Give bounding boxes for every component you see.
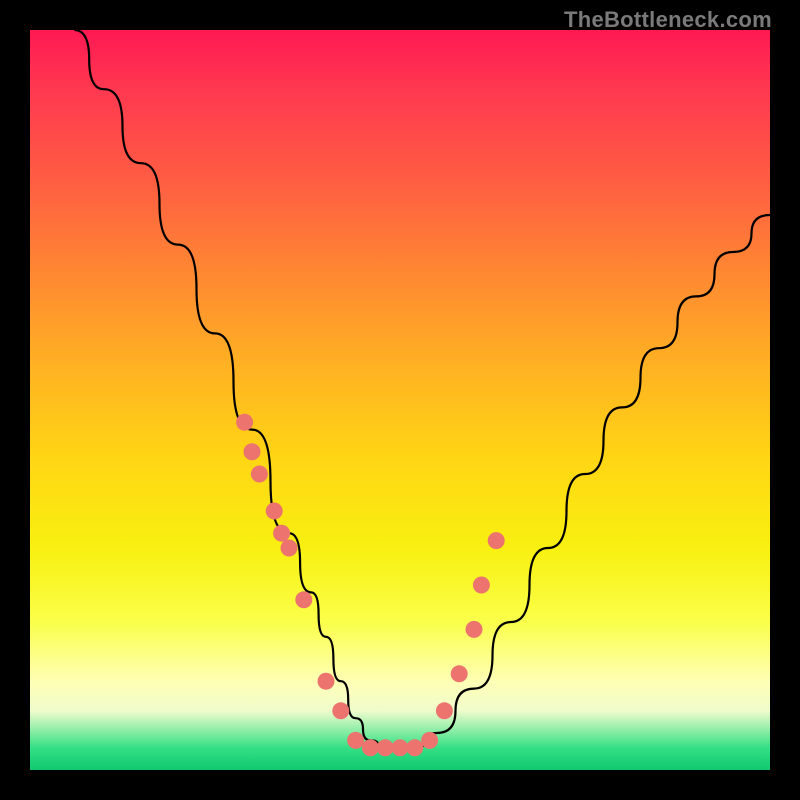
bottleneck-curve-line	[74, 30, 770, 748]
data-point	[451, 665, 468, 682]
data-point	[273, 525, 290, 542]
data-point	[466, 621, 483, 638]
data-point	[362, 739, 379, 756]
data-point	[488, 532, 505, 549]
data-point	[295, 591, 312, 608]
data-point	[473, 577, 490, 594]
scatter-points	[236, 414, 505, 757]
data-point	[332, 702, 349, 719]
data-point	[392, 739, 409, 756]
data-point	[281, 540, 298, 557]
data-point	[421, 732, 438, 749]
data-point	[318, 673, 335, 690]
data-point	[436, 702, 453, 719]
data-point	[266, 503, 283, 520]
data-point	[236, 414, 253, 431]
data-point	[377, 739, 394, 756]
data-point	[347, 732, 364, 749]
plot-area	[30, 30, 770, 770]
chart-container: TheBottleneck.com	[0, 0, 800, 800]
data-point	[251, 466, 268, 483]
chart-overlay	[30, 30, 770, 770]
data-point	[406, 739, 423, 756]
data-point	[244, 443, 261, 460]
